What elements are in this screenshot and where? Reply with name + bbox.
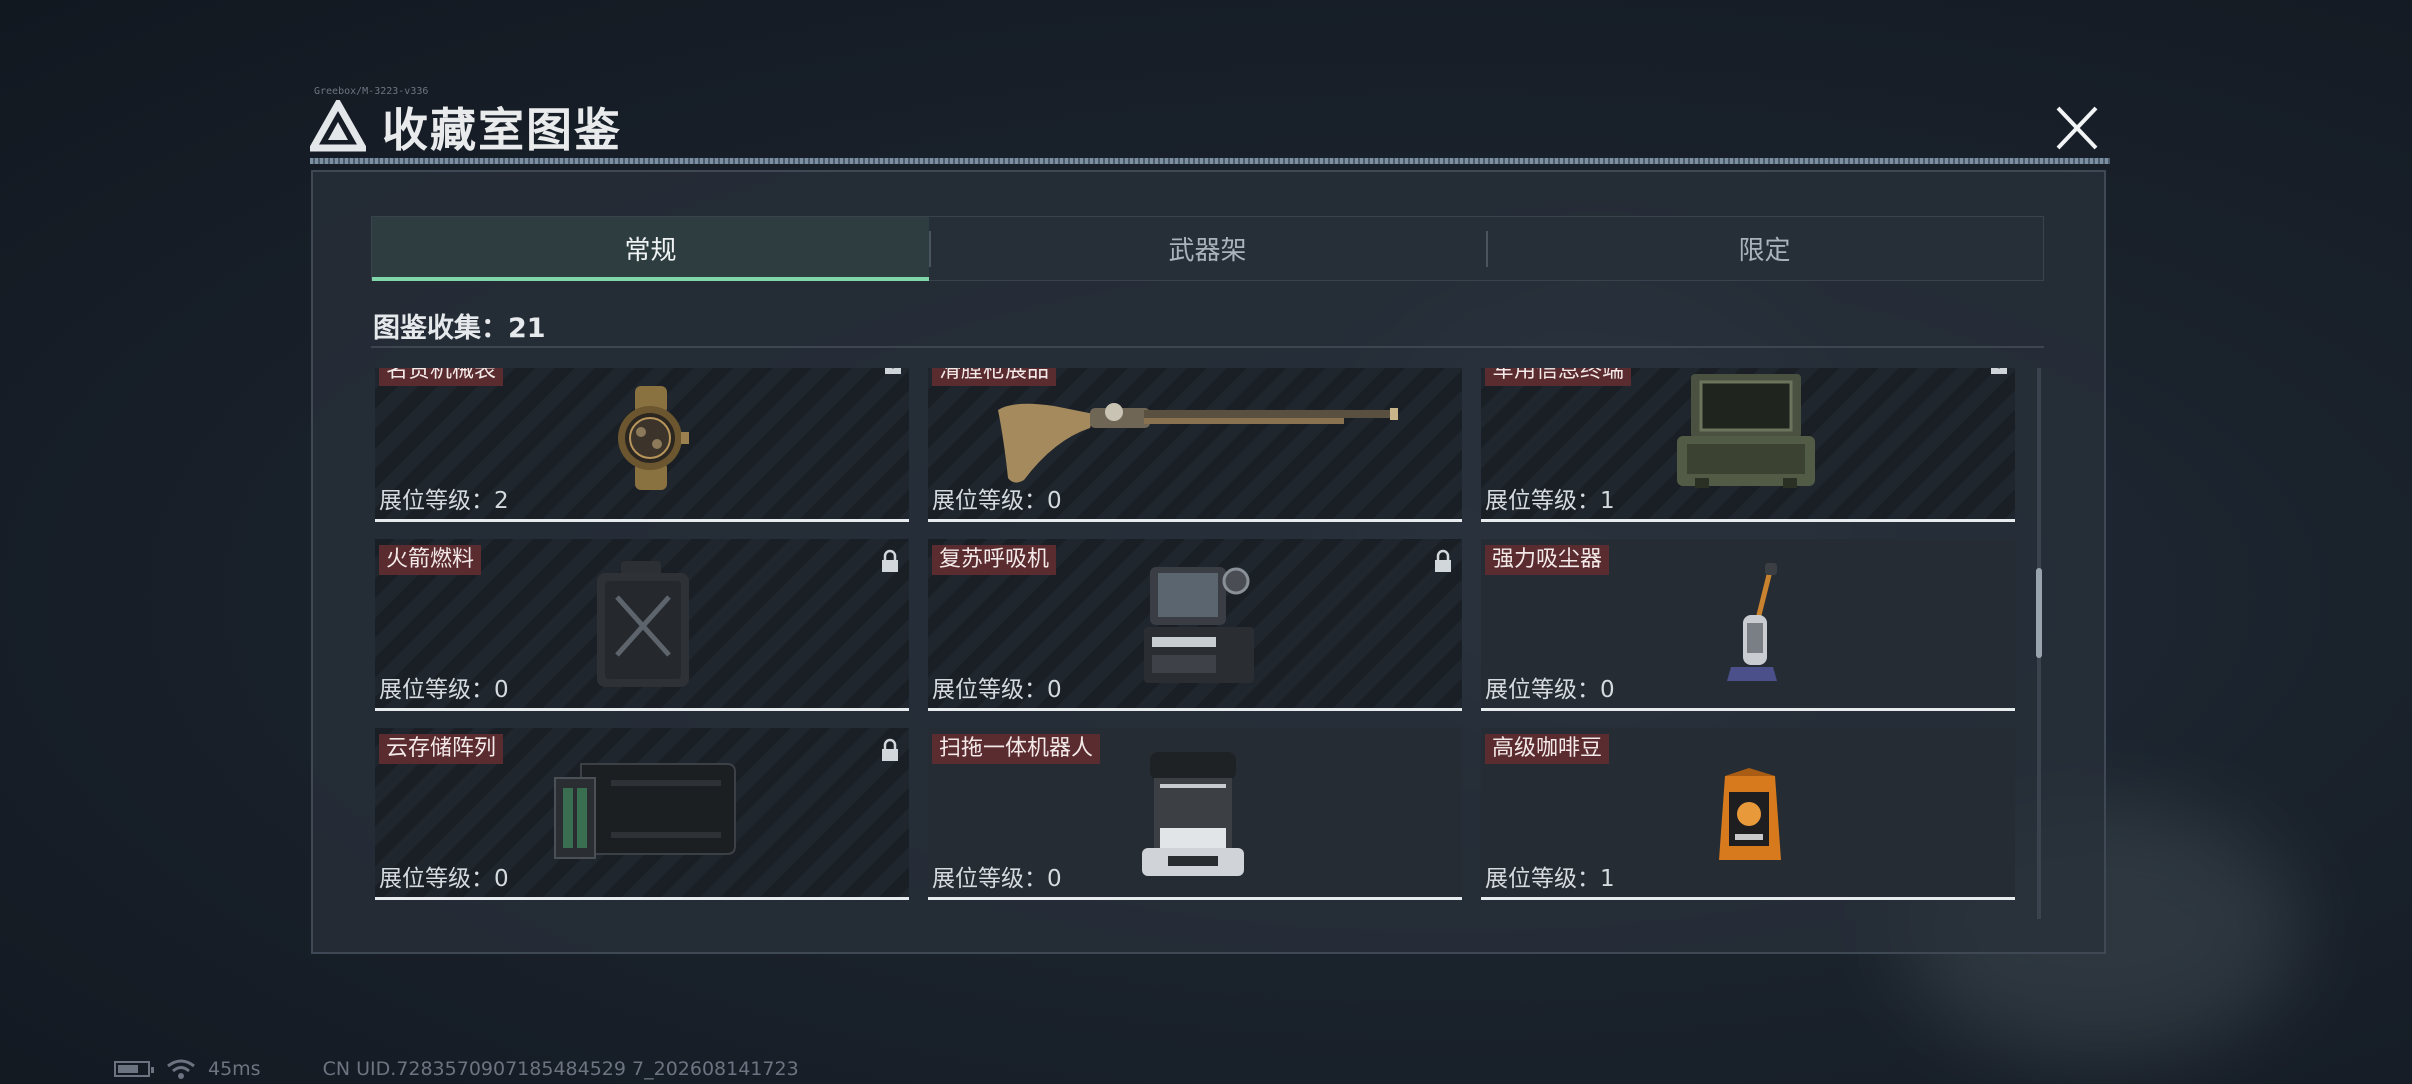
item-name-tag: 火箭燃料: [379, 545, 482, 575]
tab-limited[interactable]: 限定: [1486, 217, 2043, 280]
ventilator-icon: [1144, 567, 1254, 683]
booth-level-value: 0: [494, 677, 509, 703]
item-card[interactable]: 扫拖一体机器人 展位等级：0: [928, 728, 1462, 900]
item-card[interactable]: 云存储阵列 展位等级：0: [375, 728, 909, 900]
booth-level-value: 2: [494, 488, 509, 514]
item-card[interactable]: 火箭燃料 展位等级：0: [375, 539, 909, 711]
page-title: 收藏室图鉴: [382, 103, 622, 157]
window-header: Greebox/M-3223-v336 收藏室图鉴: [310, 86, 2110, 158]
booth-level: 展位等级：0: [1485, 670, 1615, 704]
booth-level: 展位等级：0: [932, 859, 1062, 893]
tab-label: 限定: [1738, 236, 1791, 266]
lock-icon: [882, 549, 898, 572]
booth-level-value: 1: [1600, 866, 1615, 892]
lock-icon: [882, 738, 898, 761]
section-divider: [371, 346, 2044, 348]
item-name-tag: 复苏呼吸机: [932, 545, 1057, 575]
booth-level-value: 0: [494, 866, 509, 892]
booth-level-value: 1: [1600, 488, 1615, 514]
item-card[interactable]: 滑膛枪展品 展位等级：0: [928, 368, 1462, 522]
booth-level: 展位等级：1: [1485, 859, 1615, 893]
collection-panel: 常规 武器架 限定 图鉴收集：21 名贵机械表 展位等级：2 滑膛枪展品 展位等…: [311, 170, 2106, 954]
booth-level-label: 展位等级：: [1485, 677, 1600, 703]
header-divider: [310, 158, 2110, 164]
item-card[interactable]: 强力吸尘器 展位等级：0: [1481, 539, 2015, 711]
item-card[interactable]: 复苏呼吸机 展位等级：0: [928, 539, 1462, 711]
tab-label: 常规: [624, 236, 677, 266]
booth-level: 展位等级：2: [379, 481, 509, 515]
booth-level-label: 展位等级：: [932, 677, 1047, 703]
tab-weapon-rack[interactable]: 武器架: [929, 217, 1486, 280]
tab-regular[interactable]: 常规: [372, 217, 929, 281]
item-name-tag: 高级咖啡豆: [1485, 734, 1610, 764]
scrollbar-thumb[interactable]: [2036, 568, 2042, 658]
item-name-tag: 云存储阵列: [379, 734, 504, 764]
booth-level: 展位等级：1: [1485, 481, 1615, 515]
storage-array-icon: [554, 763, 736, 859]
item-name-tag: 强力吸尘器: [1485, 545, 1610, 575]
ping-value: 45ms: [208, 1058, 261, 1080]
item-name-tag: 名贵机械表: [379, 368, 504, 386]
item-name-tag: 军用信息终端: [1485, 368, 1632, 386]
booth-level-label: 展位等级：: [932, 866, 1047, 892]
item-card[interactable]: 名贵机械表 展位等级：2: [375, 368, 909, 522]
booth-level-label: 展位等级：: [379, 677, 494, 703]
lock-icon: [1435, 549, 1451, 572]
tab-label: 武器架: [1168, 236, 1247, 266]
fuel-can-icon: [597, 561, 689, 687]
booth-level: 展位等级：0: [932, 481, 1062, 515]
dropdown-marker-icon[interactable]: [1991, 368, 2007, 374]
booth-level-label: 展位等级：: [1485, 866, 1600, 892]
collection-count: 图鉴收集：21: [373, 313, 546, 344]
item-card[interactable]: 军用信息终端 展位等级：1: [1481, 368, 2015, 522]
booth-level-value: 0: [1047, 488, 1062, 514]
booth-level-label: 展位等级：: [379, 866, 494, 892]
field-terminal-icon: [1677, 374, 1815, 488]
booth-level-value: 0: [1600, 677, 1615, 703]
booth-level-value: 0: [1047, 677, 1062, 703]
wifi-icon: [167, 1059, 195, 1079]
user-uid: CN UID.7283570907185484529 7_20260814172…: [322, 1058, 799, 1080]
booth-level: 展位等级：0: [379, 670, 509, 704]
booth-level-value: 0: [1047, 866, 1062, 892]
close-icon[interactable]: [2048, 104, 2106, 152]
battery-icon: [114, 1061, 154, 1077]
vacuum-icon: [1727, 563, 1777, 681]
item-card[interactable]: 高级咖啡豆 展位等级：1: [1481, 728, 2015, 900]
coffee-bag-icon: [1719, 768, 1781, 860]
musket-icon: [998, 403, 1398, 483]
booth-level-label: 展位等级：: [932, 488, 1047, 514]
booth-level-label: 展位等级：: [379, 488, 494, 514]
dropdown-marker-icon[interactable]: [885, 368, 901, 374]
booth-level-label: 展位等级：: [1485, 488, 1600, 514]
booth-level: 展位等级：0: [379, 859, 509, 893]
item-name-tag: 扫拖一体机器人: [932, 734, 1101, 764]
status-bar: 45ms CN UID.7283570907185484529 7_202608…: [114, 1058, 799, 1080]
item-grid-viewport[interactable]: 名贵机械表 展位等级：2 滑膛枪展品 展位等级：0 军用信息终端 展位等级：1 …: [375, 368, 2030, 919]
tab-bar: 常规 武器架 限定: [371, 216, 2044, 281]
robot-station-icon: [1142, 752, 1244, 876]
triangle-logo-icon: [310, 100, 366, 152]
item-grid: 名贵机械表 展位等级：2 滑膛枪展品 展位等级：0 军用信息终端 展位等级：1 …: [375, 368, 2015, 900]
watch-icon: [618, 386, 689, 490]
booth-level: 展位等级：0: [932, 670, 1062, 704]
